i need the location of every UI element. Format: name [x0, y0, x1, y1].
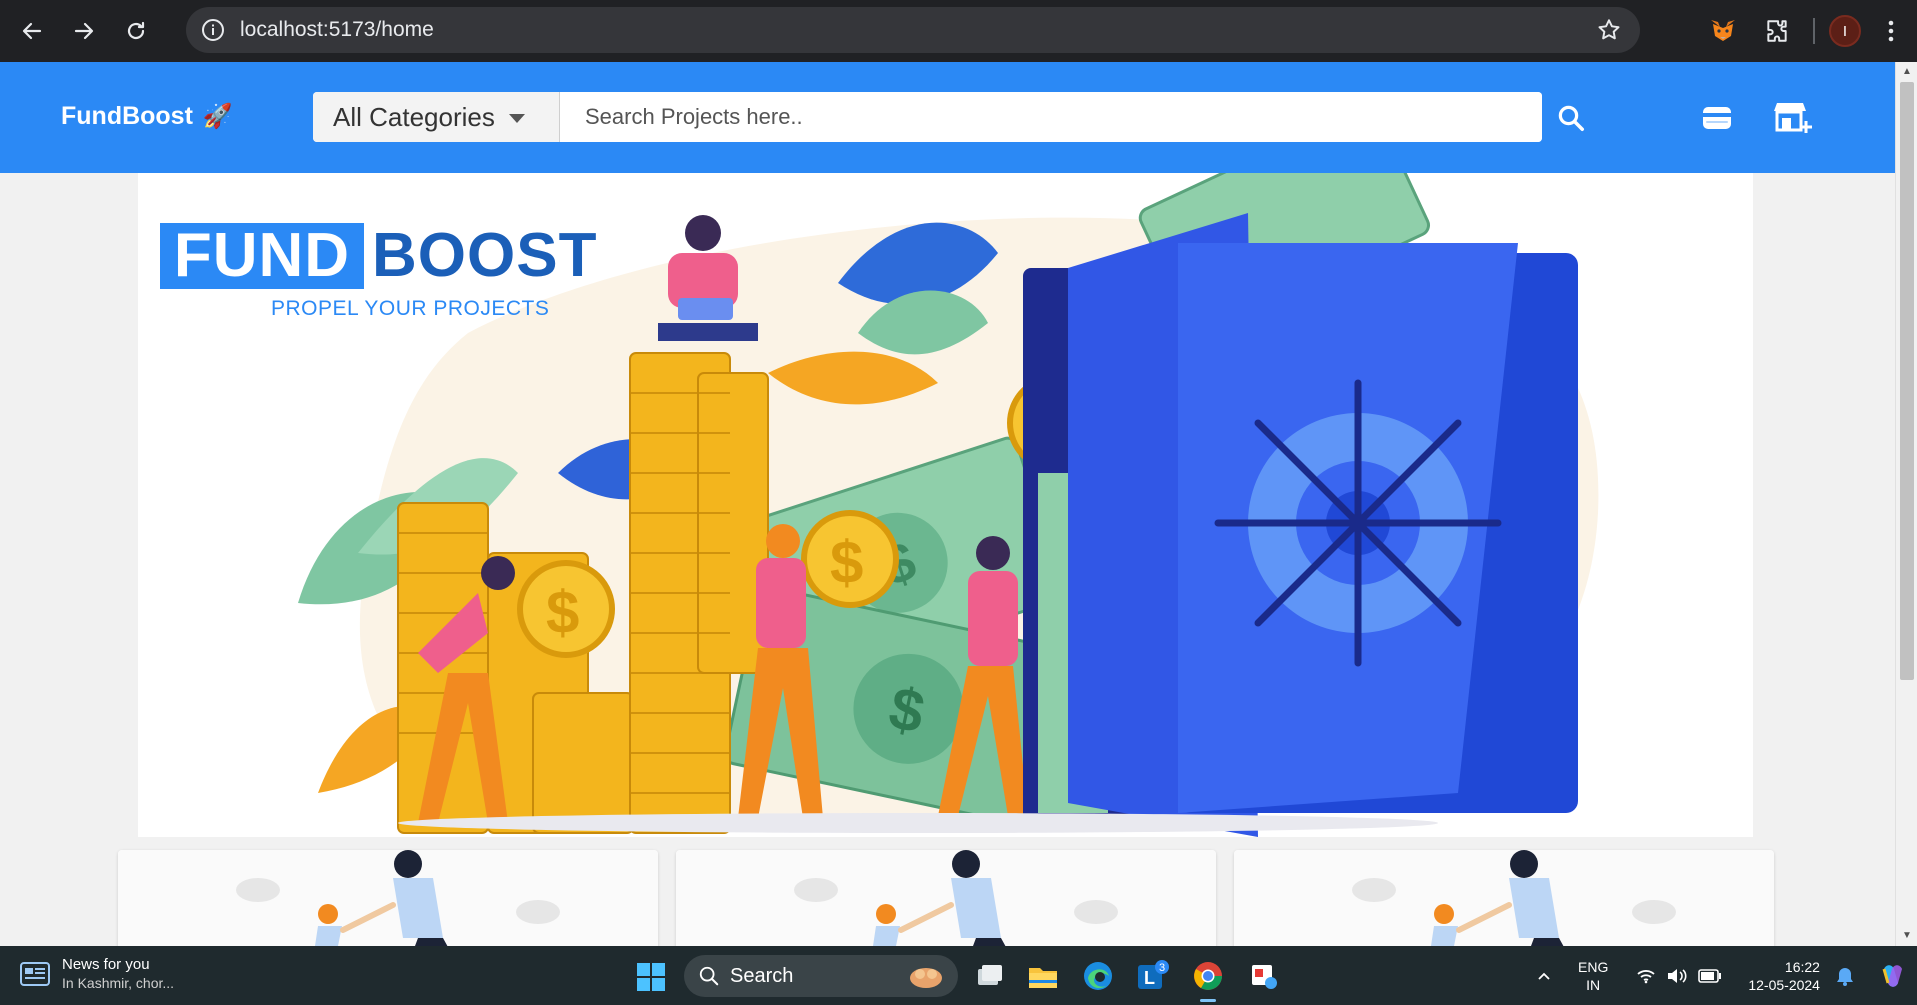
wallet-icon[interactable] [1700, 101, 1734, 135]
tray-status-icons[interactable] [1636, 967, 1722, 985]
clock-time: 16:22 [1784, 959, 1820, 975]
windows-start-icon[interactable] [636, 962, 666, 992]
hero-tagline: PROPEL YOUR PROJECTS [271, 297, 550, 320]
toolbar-divider [1813, 18, 1815, 44]
project-card[interactable] [118, 850, 658, 946]
extensions-puzzle-icon[interactable] [1755, 9, 1799, 53]
page-viewport: FundBoost 🚀 All Categories Search Projec… [0, 62, 1895, 946]
browser-menu-icon[interactable] [1879, 11, 1903, 51]
show-hidden-icons-chevron-icon[interactable] [1536, 968, 1552, 984]
hero-banner: $ $ $ FUND BOOST PROPEL YOUR PROJECTS [138, 173, 1753, 837]
news-title: News for you [62, 956, 150, 973]
site-info-icon[interactable] [200, 17, 226, 43]
news-widget[interactable]: News for you In Kashmir, chor... [20, 956, 174, 991]
rocket-icon: 🚀 [202, 103, 233, 130]
taskbar-search-box[interactable]: Search [684, 955, 958, 997]
address-bar[interactable]: localhost:5173/home [186, 7, 1640, 53]
bookmark-star-icon[interactable] [1596, 17, 1622, 43]
taskbar-search-label: Search [730, 964, 794, 987]
back-icon[interactable] [12, 11, 52, 51]
scroll-thumb[interactable] [1900, 82, 1914, 680]
search-highlight-icon [910, 968, 942, 988]
clock-date: 12-05-2024 [1748, 977, 1820, 993]
snipping-tool-icon[interactable] [1246, 958, 1282, 994]
mail-badge-count: 3 [1159, 962, 1165, 974]
svg-text:$: $ [546, 579, 579, 646]
project-card-illustration [1234, 850, 1774, 946]
volume-icon [1668, 969, 1687, 983]
add-project-store-icon[interactable] [1773, 99, 1813, 137]
reload-icon[interactable] [116, 11, 156, 51]
brand-logo[interactable]: FundBoost 🚀 [61, 102, 233, 131]
region-code: IN [1586, 977, 1601, 993]
project-card-illustration [676, 850, 1216, 946]
chrome-browser-icon[interactable] [1190, 958, 1226, 1002]
wifi-icon [1637, 970, 1655, 984]
metamask-extension-icon[interactable] [1701, 9, 1745, 53]
search-icon [699, 966, 719, 986]
brand-name: FundBoost [61, 102, 193, 130]
copilot-icon[interactable] [1878, 961, 1908, 991]
app-header: FundBoost 🚀 All Categories [0, 62, 1895, 173]
url-text: localhost:5173/home [240, 18, 434, 41]
search-icon[interactable] [1556, 103, 1586, 133]
search-bar: All Categories [313, 92, 1542, 142]
caret-down-icon [508, 114, 525, 123]
battery-icon [1698, 969, 1722, 983]
file-explorer-icon[interactable] [1025, 958, 1061, 994]
svg-text:L: L [1144, 968, 1155, 988]
project-card[interactable] [1234, 850, 1774, 946]
hero-logo-boost: BOOST [372, 221, 598, 290]
news-subtitle: In Kashmir, chor... [62, 975, 175, 991]
forward-icon[interactable] [64, 11, 104, 51]
hero-logo-fund: FUND [173, 221, 351, 290]
news-icon [20, 961, 50, 986]
outlook-mail-icon[interactable]: L3 [1134, 958, 1170, 994]
scroll-up-arrow-icon[interactable]: ▲ [1901, 66, 1913, 78]
search-input[interactable] [560, 92, 1542, 142]
page-scrollbar[interactable]: ▲ ▼ [1895, 62, 1917, 946]
input-language[interactable]: ENG IN [1578, 958, 1608, 994]
svg-text:$: $ [830, 529, 863, 596]
language-code: ENG [1578, 959, 1609, 975]
project-card[interactable] [676, 850, 1216, 946]
browser-toolbar: localhost:5173/home I [0, 0, 1917, 62]
windows-taskbar: News for you In Kashmir, chor... Search … [0, 946, 1917, 1005]
profile-avatar[interactable]: I [1829, 15, 1861, 47]
edge-browser-icon[interactable] [1080, 958, 1116, 994]
scroll-down-arrow-icon[interactable]: ▼ [1901, 930, 1913, 942]
clock[interactable]: 16:22 12-05-2024 [1748, 958, 1820, 994]
task-view-icon[interactable] [972, 958, 1008, 994]
category-dropdown[interactable]: All Categories [313, 92, 560, 142]
system-tray: ENG IN 16:22 12-05-2024 [1536, 956, 1908, 996]
notification-bell-icon[interactable] [1834, 965, 1856, 987]
project-card-illustration [118, 850, 658, 946]
category-dropdown-label: All Categories [333, 101, 495, 132]
